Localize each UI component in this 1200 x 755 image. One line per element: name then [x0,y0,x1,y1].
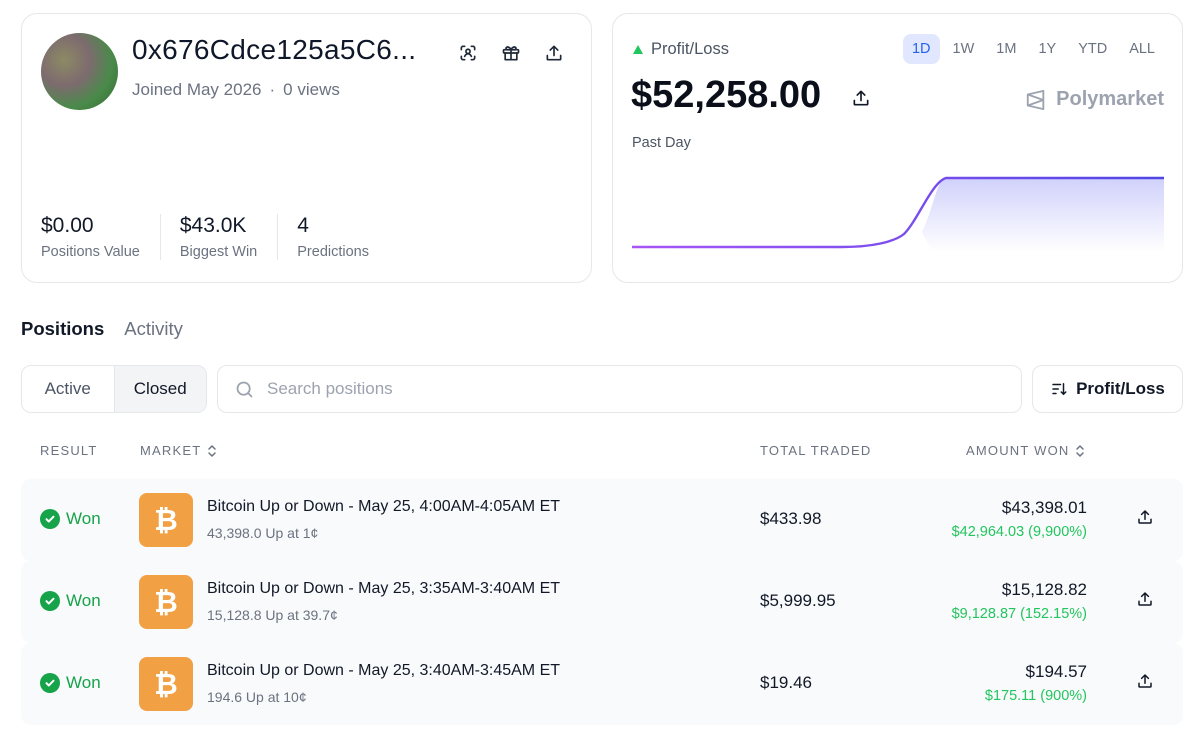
range-tab-1w[interactable]: 1W [944,34,984,64]
result-status: Won [40,509,101,529]
range-tab-1m[interactable]: 1M [987,34,1025,64]
status-filter: Active Closed [21,365,207,413]
stat-value: 4 [297,214,309,237]
market-title[interactable]: Bitcoin Up or Down - May 25, 3:35AM-3:40… [207,580,560,598]
filter-active[interactable]: Active [22,366,114,412]
check-circle-icon [40,509,60,529]
joined-date: Joined May 2026 [132,80,262,99]
separator: · [269,80,276,99]
stat-label: Biggest Win [179,244,258,260]
amount-won: $194.57 [1025,662,1087,681]
profit-loss-value: $52,258.00 [631,74,822,116]
profit-loss-chart [632,176,1164,252]
search-icon [236,381,253,397]
amount-won: $15,128.82 [1001,580,1087,599]
check-circle-icon [40,673,60,693]
market-title[interactable]: Bitcoin Up or Down - May 25, 3:40AM-3:45… [207,662,560,680]
header-amount-won[interactable]: AMOUNT WON [966,443,1085,458]
header-market[interactable]: MARKET [140,443,217,458]
tab-positions[interactable]: Positions [21,318,104,340]
chart-area [922,178,1164,252]
sort-icon [1052,383,1067,396]
svg-text:₿: ₿ [154,505,178,537]
scan-icon[interactable] [456,41,480,65]
check-circle-icon [40,591,60,611]
result-label: Won [66,591,101,610]
period-label: Past Day [632,135,691,151]
svg-text:₿: ₿ [154,587,178,619]
bitcoin-icon: ₿ [139,657,193,711]
header-result: RESULT [40,443,98,458]
profit-gain: $9,128.87 (152.15%) [951,606,1087,622]
stat-label: Predictions [297,244,369,260]
total-traded: $433.98 [760,509,822,528]
profit-loss-header: Profit/Loss [633,40,729,59]
joined-info: Joined May 2026 · 0 views [132,80,340,100]
market-position: 43,398.0 Up at 1¢ [207,525,319,541]
result-label: Won [66,509,101,528]
amount-won: $43,398.01 [1001,498,1087,517]
stat-value: $0.00 [41,214,94,237]
profit-loss-label: Profit/Loss [651,40,729,58]
share-icon[interactable] [1136,508,1154,531]
range-tabs: 1D 1W 1M 1Y YTD ALL [902,34,1164,64]
gift-icon[interactable] [499,41,523,65]
market-position: 194.6 Up at 10¢ [207,689,307,705]
sort-toggle-icon [208,444,217,457]
result-status: Won [40,591,101,611]
share-icon[interactable] [851,88,871,113]
share-icon[interactable] [1136,672,1154,695]
sort-button[interactable]: Profit/Loss [1032,365,1183,413]
header-total-traded: TOTAL TRADED [760,443,872,458]
range-tab-ytd[interactable]: YTD [1069,34,1116,64]
search-box[interactable] [217,365,1022,413]
wallet-address: 0x676Cdce125a5C6... [132,34,417,65]
brand-name: Polymarket [1056,88,1164,110]
table-row[interactable]: Won ₿ Bitcoin Up or Down - May 25, 3:40A… [21,643,1183,725]
bitcoin-icon: ₿ [139,493,193,547]
trend-up-icon [633,45,643,54]
svg-text:₿: ₿ [154,669,178,701]
profile-card: 0x676Cdce125a5C6... Joined May 2026 · 0 vi… [21,13,592,283]
sort-label: Profit/Loss [1076,379,1165,398]
filter-closed[interactable]: Closed [113,366,206,412]
share-icon[interactable] [542,41,566,65]
profit-gain: $175.11 (900%) [984,688,1087,704]
profile-stats: $0.00 Positions Value $43.0K Biggest Win… [41,214,408,260]
polymarket-logo-icon [1026,89,1045,110]
stat-label: Positions Value [41,244,140,260]
search-input[interactable] [267,379,967,399]
avatar[interactable] [41,33,118,110]
profit-gain: $42,964.03 (9,900%) [951,524,1087,540]
tab-activity[interactable]: Activity [124,318,183,340]
range-tab-1y[interactable]: 1Y [1029,34,1065,64]
total-traded: $5,999.95 [760,591,836,610]
table-row[interactable]: Won ₿ Bitcoin Up or Down - May 25, 4:00A… [21,479,1183,561]
polymarket-brand: Polymarket [1025,88,1164,111]
range-tab-1d[interactable]: 1D [902,34,940,64]
share-icon[interactable] [1136,590,1154,613]
market-title[interactable]: Bitcoin Up or Down - May 25, 4:00AM-4:05… [207,498,560,516]
view-count: 0 views [283,80,340,99]
view-tabs: Positions Activity [21,318,183,340]
stat-positions-value: $0.00 Positions Value [41,214,161,260]
bitcoin-icon: ₿ [139,575,193,629]
table-row[interactable]: Won ₿ Bitcoin Up or Down - May 25, 3:35A… [21,561,1183,643]
range-tab-all[interactable]: ALL [1120,34,1164,64]
profit-loss-card: Profit/Loss 1D 1W 1M 1Y YTD ALL $52,258.… [612,13,1183,283]
sort-toggle-icon [1076,444,1085,457]
stat-predictions: 4 Predictions [297,214,389,260]
stat-value: $43.0K [179,214,247,237]
total-traded: $19.46 [760,673,812,692]
market-position: 15,128.8 Up at 39.7¢ [207,607,338,623]
stat-biggest-win: $43.0K Biggest Win [179,214,279,260]
result-status: Won [40,673,101,693]
result-label: Won [66,673,101,692]
